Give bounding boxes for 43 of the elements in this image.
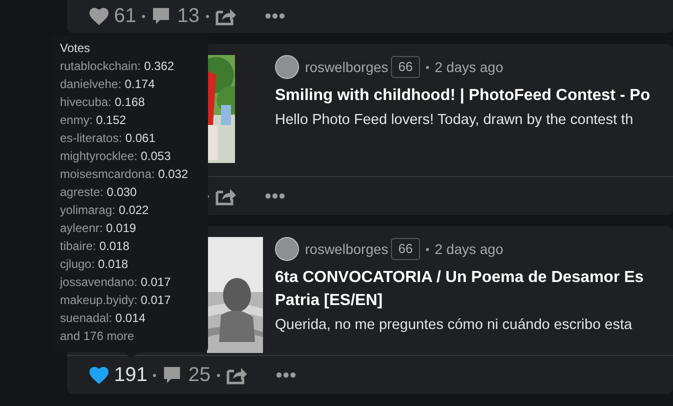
- vote-entry: tibaire: 0.018: [60, 238, 130, 255]
- heart-icon[interactable]: [88, 6, 110, 26]
- post-excerpt: Hello Photo Feed lovers! Today, drawn by the contest th: [275, 111, 634, 130]
- like-count: 61: [114, 4, 136, 29]
- vote-entry: cjlugo: 0.018: [60, 256, 130, 273]
- more-icon[interactable]: [276, 372, 296, 378]
- vote-entry: mightyrocklee: 0.053: [60, 148, 172, 165]
- post-title[interactable]: 6ta CONVOCATORIA / Un Poema de Desamor Es Patria [ES/EN]: [275, 266, 644, 312]
- post-time: 2 days ago: [434, 58, 504, 77]
- vote-entry: moisesmcardona: 0.032: [60, 166, 190, 183]
- share-icon[interactable]: [226, 365, 248, 385]
- vote-entry: enmy: 0.152: [60, 112, 128, 129]
- post-title[interactable]: Smiling with childhood! | PhotoFeed Contest - Po: [275, 84, 650, 107]
- reputation-badge: 66: [391, 56, 420, 78]
- heart-icon[interactable]: [88, 365, 110, 385]
- share-icon[interactable]: [214, 6, 236, 26]
- vote-entry: rutablockchain: 0.362: [60, 58, 176, 75]
- post-time: 2 days ago: [434, 240, 504, 259]
- tooltip-title: Votes: [60, 40, 92, 57]
- share-icon[interactable]: [215, 186, 237, 206]
- comment-icon[interactable]: [151, 6, 172, 26]
- like-count: 191: [114, 363, 148, 388]
- comment-icon[interactable]: [162, 365, 182, 385]
- avatar[interactable]: [275, 55, 299, 79]
- more-icon[interactable]: [264, 13, 284, 19]
- vote-entry: yolimarag: 0.022: [60, 202, 150, 219]
- vote-entry: makeup.byidy: 0.017: [60, 292, 172, 309]
- vote-entry: es-literatos: 0.061: [60, 130, 156, 147]
- more-voters: and 176 more: [60, 328, 136, 345]
- vote-entry: hivecuba: 0.168: [60, 94, 146, 111]
- avatar[interactable]: [275, 237, 299, 261]
- vote-entry: agreste: 0.030: [60, 184, 138, 201]
- vote-entry: jossavendano: 0.017: [60, 274, 172, 291]
- comment-count: 13: [177, 4, 200, 29]
- author-name[interactable]: roswelborges: [305, 238, 388, 260]
- post-excerpt: Querida, no me preguntes cómo ni cuándo escribo esta: [275, 316, 634, 335]
- author-name[interactable]: roswelborges: [305, 56, 388, 78]
- comment-count: 25: [188, 363, 211, 388]
- vote-entry: suenadal: 0.014: [60, 310, 146, 327]
- vote-entry: ayleenr: 0.019: [60, 220, 138, 237]
- reputation-badge: 66: [391, 238, 420, 260]
- more-icon[interactable]: [265, 193, 285, 199]
- vote-entry: danielvehe: 0.174: [60, 76, 156, 93]
